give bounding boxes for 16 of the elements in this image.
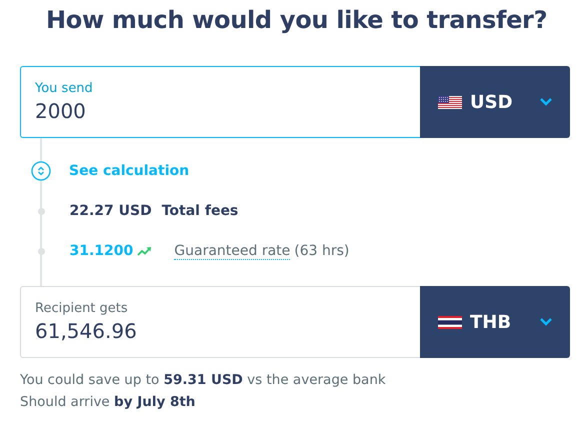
exchange-rate: 31.1200	[70, 243, 134, 259]
flag-icon	[438, 96, 462, 108]
chevron-down-icon	[540, 318, 552, 326]
currency-dropdown[interactable]: USD	[420, 66, 570, 138]
chevron-down-icon	[540, 98, 552, 106]
currency-dropdown[interactable]: THB	[420, 286, 570, 358]
fee-amount: 22.27 USD	[70, 203, 152, 219]
field-label: Recipient gets	[35, 301, 128, 316]
page-title: How much would you like to transfer?	[46, 6, 548, 34]
info-text: Should arrive by July 8th	[20, 394, 196, 410]
guaranteed-rate-link[interactable]: Guaranteed rate	[174, 242, 290, 260]
field-label: You send	[35, 81, 93, 96]
info-text: You could save up to 59.31 USD vs the average bank	[20, 372, 387, 388]
flag-icon	[438, 316, 462, 328]
fee-label: Total fees	[162, 203, 238, 219]
rate-duration: (63 hrs)	[294, 243, 350, 259]
